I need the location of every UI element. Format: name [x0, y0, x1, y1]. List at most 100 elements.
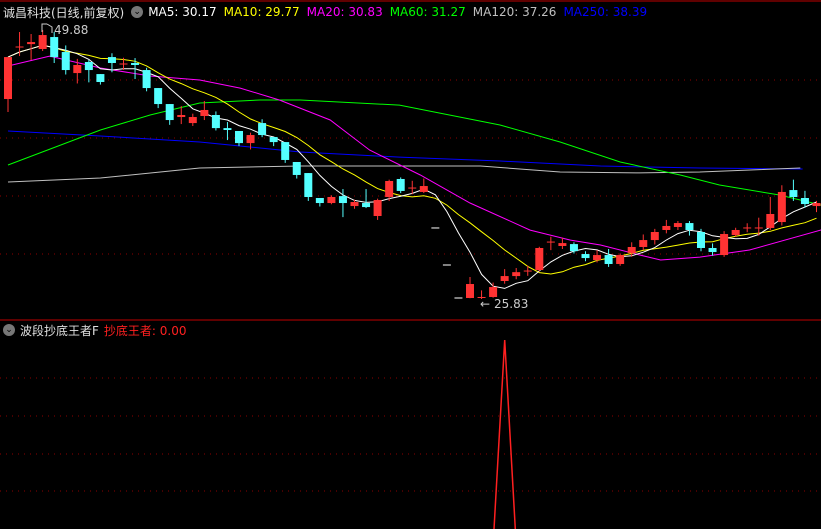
candle-up: [616, 253, 625, 266]
candle-body: [604, 255, 613, 264]
candle-up: [4, 57, 12, 112]
candle-down: [315, 197, 324, 207]
candle-down: [800, 190, 809, 208]
candle-down: [258, 119, 267, 138]
ma250-label: MA250: 38.39: [563, 5, 648, 19]
indicator-line: [493, 339, 517, 529]
candle-body: [581, 254, 590, 259]
candle-down: [142, 67, 151, 92]
candle-down: [362, 189, 371, 209]
candle-up: [419, 178, 428, 194]
candle-up: [650, 228, 659, 245]
ma10-line: [7, 44, 817, 275]
candle-body: [211, 115, 220, 129]
low-annotation: ← 25.83: [480, 297, 528, 311]
candle-body: [315, 197, 324, 204]
candle-body: [697, 232, 705, 248]
ma5-line: [7, 44, 817, 289]
candle-up: [673, 221, 682, 230]
candle-body: [327, 196, 336, 204]
candle-body: [38, 35, 47, 50]
indicator-name[interactable]: 波段抄底王者F: [20, 322, 99, 339]
candle-up: [500, 269, 509, 284]
candle-up: [27, 34, 36, 60]
candle-up: [512, 268, 521, 280]
candle-body: [107, 57, 116, 63]
candle-down: [154, 88, 163, 109]
moving-average-lines: [7, 44, 821, 289]
candle-down: [743, 223, 752, 233]
candle-down: [235, 131, 243, 147]
candle-body: [96, 74, 105, 83]
high-annotation: 49.88: [41, 23, 88, 37]
candle-down: [281, 142, 290, 163]
candle-down: [165, 104, 174, 125]
main-chart-header: 诚昌科技(日线,前复权) ⌄ MA5: 30.17 MA10: 29.77 MA…: [3, 3, 654, 21]
candle-down: [269, 137, 278, 147]
candle-down: [84, 59, 93, 83]
candle-up: [593, 250, 602, 263]
candle-up: [766, 196, 775, 230]
candle-body: [512, 272, 521, 277]
candle-body: [650, 232, 659, 241]
candle-body: [673, 223, 682, 227]
ma120-label: MA120: 37.26: [472, 5, 557, 19]
candle-body: [385, 180, 394, 197]
chevron-down-icon[interactable]: ⌄: [3, 324, 15, 336]
indicator-header: ⌄ 波段抄底王者F 抄底王者: 0.00: [3, 322, 191, 338]
chevron-down-icon[interactable]: ⌄: [131, 6, 144, 18]
candle-body: [177, 115, 186, 118]
ma60-line: [7, 99, 821, 206]
candle-body: [223, 128, 232, 130]
candle-body: [73, 65, 82, 74]
candle-up: [200, 101, 209, 121]
candle-down: [523, 265, 532, 276]
candle-body: [708, 247, 717, 253]
candle-body: [27, 42, 36, 45]
candle-body: [246, 135, 255, 144]
candle-up: [489, 282, 498, 298]
candle-body: [766, 213, 775, 228]
candle-body: [396, 178, 405, 191]
candle-down: [223, 122, 232, 141]
candle-body: [188, 117, 197, 124]
ma60-label: MA60: 31.27: [389, 5, 466, 19]
candle-body: [258, 123, 267, 136]
candle-down: [685, 221, 694, 236]
candlesticks: [4, 30, 821, 299]
candle-up: [188, 113, 197, 126]
candle-up: [662, 219, 671, 234]
candle-body: [373, 200, 382, 217]
candle-body: [731, 229, 740, 236]
candle-down: [581, 251, 590, 262]
candle-up: [558, 237, 567, 250]
candle-up: [38, 30, 47, 52]
ma20-label: MA20: 30.83: [306, 5, 383, 19]
candle-body: [535, 247, 544, 271]
candle-body: [281, 142, 290, 160]
candle-body: [639, 240, 648, 247]
indicator-series-line: [493, 339, 517, 529]
candle-body: [4, 57, 12, 100]
grid-lines: [0, 79, 821, 492]
candle-body: [777, 191, 786, 223]
candle-body: [627, 246, 636, 254]
candle-down: [396, 177, 405, 194]
candle-body: [558, 243, 567, 246]
candle-body: [500, 276, 509, 281]
candle-down: [604, 249, 613, 267]
candle-body: [812, 203, 821, 207]
ma250-line: [7, 130, 803, 170]
candle-body: [292, 161, 301, 175]
candle-body: [154, 88, 163, 105]
candle-down: [546, 236, 555, 251]
kline-chart[interactable]: 49.88 ← 25.83: [0, 0, 821, 529]
candle-down: [708, 243, 717, 256]
candle-body: [720, 234, 729, 256]
candle-body: [269, 137, 278, 143]
candle-body: [489, 287, 498, 297]
candle-body: [569, 244, 578, 252]
indicator-value: 抄底王者: 0.00: [103, 323, 187, 338]
candle-body: [338, 196, 347, 204]
candle-up: [73, 58, 82, 84]
